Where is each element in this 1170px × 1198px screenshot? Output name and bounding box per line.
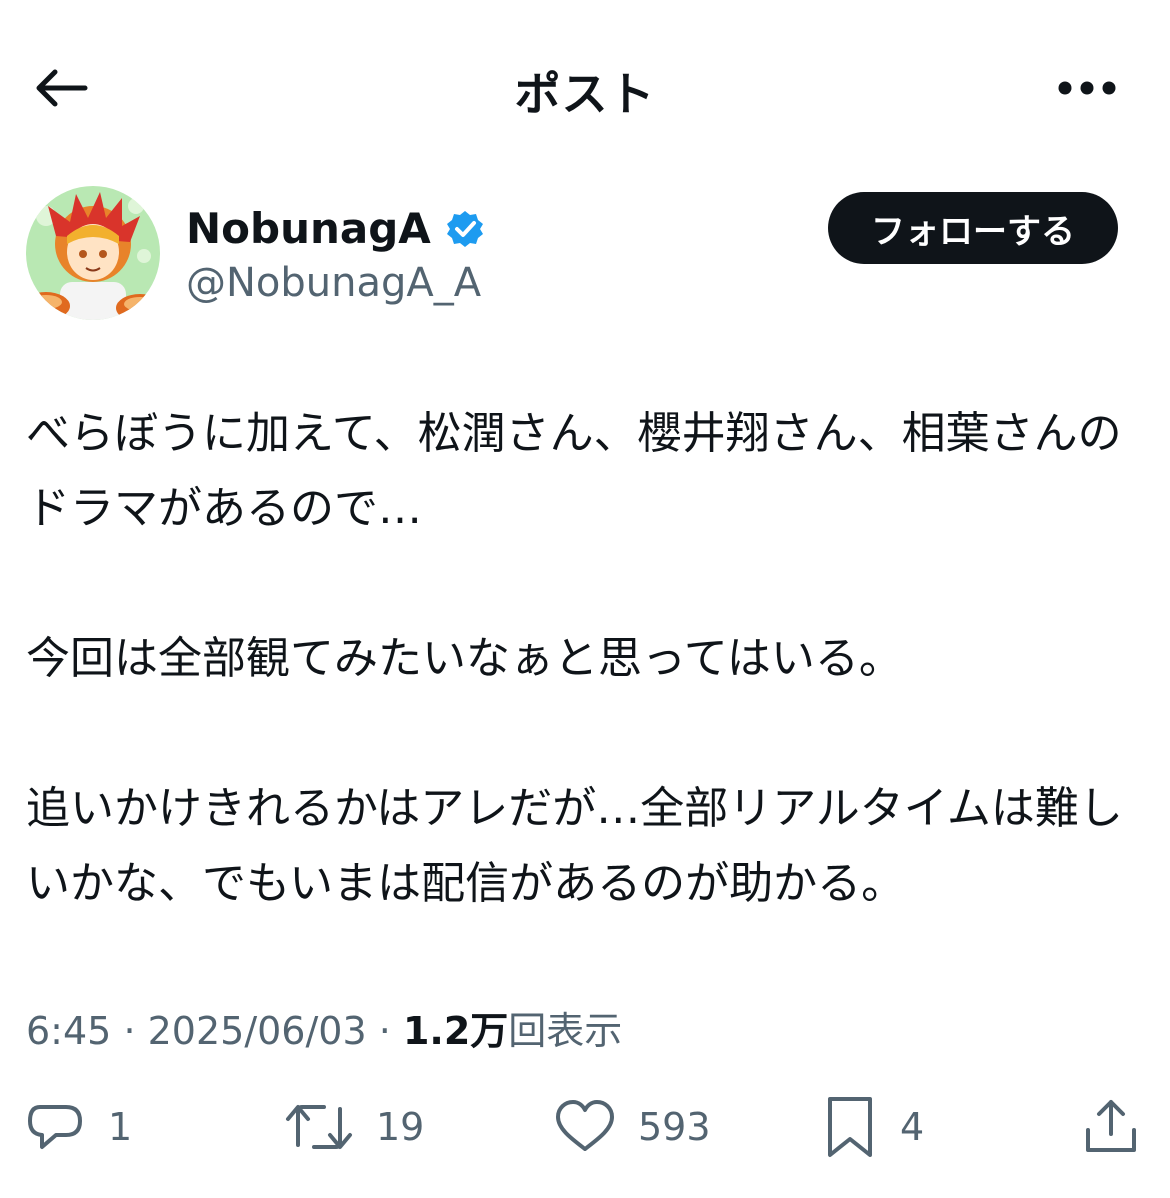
meta-separator: · — [123, 1009, 136, 1053]
page-title: ポスト — [514, 67, 656, 121]
bookmark-button[interactable]: 4 — [822, 1092, 924, 1162]
more-options-button[interactable] — [1050, 62, 1124, 114]
views-label: 回表示 — [508, 1009, 623, 1053]
heart-icon — [556, 1100, 614, 1151]
bookmark-count: 4 — [900, 1105, 925, 1149]
post-time[interactable]: 6:45 — [26, 1009, 111, 1053]
follow-button[interactable]: フォローする — [828, 192, 1118, 264]
action-bar: 1 19 593 4 — [26, 1092, 1144, 1162]
avatar[interactable] — [26, 186, 160, 320]
verified-badge-icon — [446, 210, 483, 247]
share-button[interactable] — [1080, 1092, 1142, 1162]
post-paragraph: 今回は全部観てみたいなぁと思ってはいる。 — [26, 633, 903, 684]
post-paragraph: 追いかけきれるかはアレだが…全部リアルタイムは難しいかな、でもいまは配信があるの… — [26, 783, 1123, 909]
share-icon — [1086, 1100, 1136, 1152]
post-paragraph: べらぼうに加えて、松潤さん、櫻井翔さん、相葉さんのドラマがあるので… — [26, 408, 1122, 534]
more-horizontal-icon — [1058, 81, 1116, 95]
repost-icon — [286, 1105, 352, 1149]
user-handle[interactable]: @NobunagA_A — [186, 260, 481, 306]
meta-separator: · — [378, 1009, 391, 1053]
post-text: べらぼうに加えて、松潤さん、櫻井翔さん、相葉さんのドラマがあるので… 今回は全部… — [26, 396, 1144, 921]
reply-count: 1 — [108, 1105, 133, 1149]
repost-button[interactable]: 19 — [284, 1092, 424, 1162]
views-count: 1.2万 — [402, 1009, 509, 1053]
display-name[interactable]: NobunagA — [186, 204, 431, 253]
reply-icon — [28, 1105, 82, 1149]
like-count: 593 — [638, 1105, 711, 1149]
repost-count: 19 — [376, 1105, 425, 1149]
post-metadata: 6:45 · 2025/06/03 · 1.2万回表示 — [26, 1000, 622, 1055]
reply-button[interactable]: 1 — [26, 1092, 132, 1162]
post-author: NobunagA @NobunagA_A フォローする — [26, 186, 1146, 326]
top-bar: ポスト — [0, 40, 1170, 136]
like-button[interactable]: 593 — [554, 1092, 711, 1162]
post-date[interactable]: 2025/06/03 — [148, 1009, 367, 1053]
bookmark-icon — [828, 1097, 872, 1157]
